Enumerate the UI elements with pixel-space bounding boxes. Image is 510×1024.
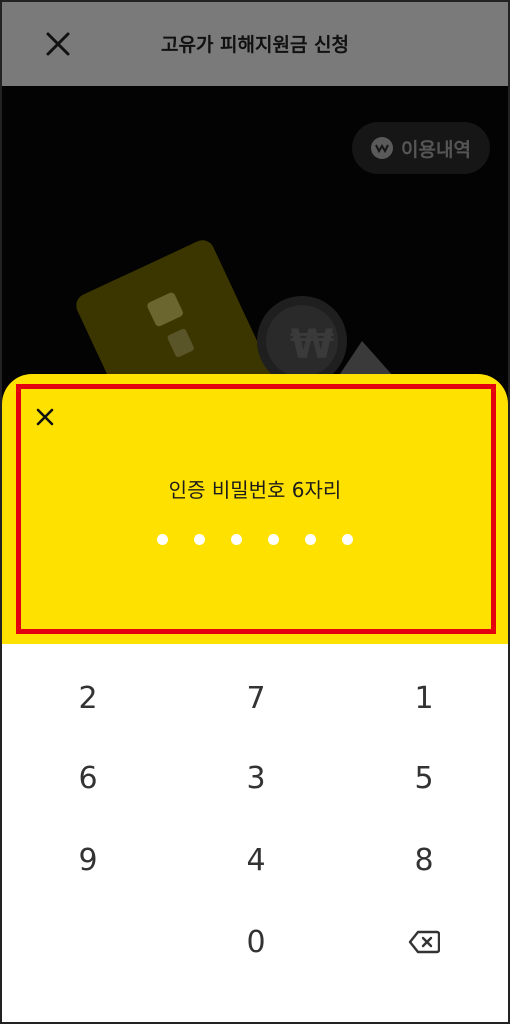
digit-key[interactable]: 6	[4, 738, 172, 818]
pin-dot	[305, 534, 316, 545]
digit-key[interactable]: 8	[340, 820, 508, 900]
pin-dot	[268, 534, 279, 545]
empty-key	[4, 902, 172, 982]
digit-key[interactable]: 4	[172, 820, 340, 900]
digit-key[interactable]: 1	[340, 658, 508, 738]
digit-key[interactable]: 0	[172, 902, 340, 982]
page-title: 고유가 피해지원금 신청	[160, 34, 350, 56]
background-panel: ₩ 이용내역	[2, 86, 508, 406]
svg-text:₩: ₩	[290, 322, 334, 368]
pin-prompt: 인증 비밀번호 6자리	[168, 478, 342, 502]
pin-dot	[157, 534, 168, 545]
history-button-label: 이용내역	[401, 138, 471, 161]
screen: 고유가 피해지원금 신청 ₩ 이용내역 인증 비밀번호 6자리 2 7 1 6 …	[0, 0, 510, 1024]
top-bar: 고유가 피해지원금 신청	[2, 2, 508, 86]
digit-key[interactable]: 2	[4, 658, 172, 738]
digit-key[interactable]: 3	[172, 738, 340, 818]
w-logo-icon	[371, 137, 394, 159]
pin-dot	[342, 534, 353, 545]
pin-indicator	[2, 534, 508, 545]
digit-key[interactable]: 9	[4, 820, 172, 900]
close-icon[interactable]	[30, 402, 60, 432]
pin-dot	[194, 534, 205, 545]
digit-key[interactable]: 7	[172, 658, 340, 738]
history-button[interactable]: 이용내역	[352, 122, 490, 174]
number-keypad: 271 635 9480	[2, 644, 508, 1022]
backspace-key[interactable]	[340, 902, 508, 982]
backspace-icon	[408, 930, 440, 954]
pin-sheet: 인증 비밀번호 6자리	[2, 374, 508, 644]
pin-dot	[231, 534, 242, 545]
digit-key[interactable]: 5	[340, 738, 508, 818]
